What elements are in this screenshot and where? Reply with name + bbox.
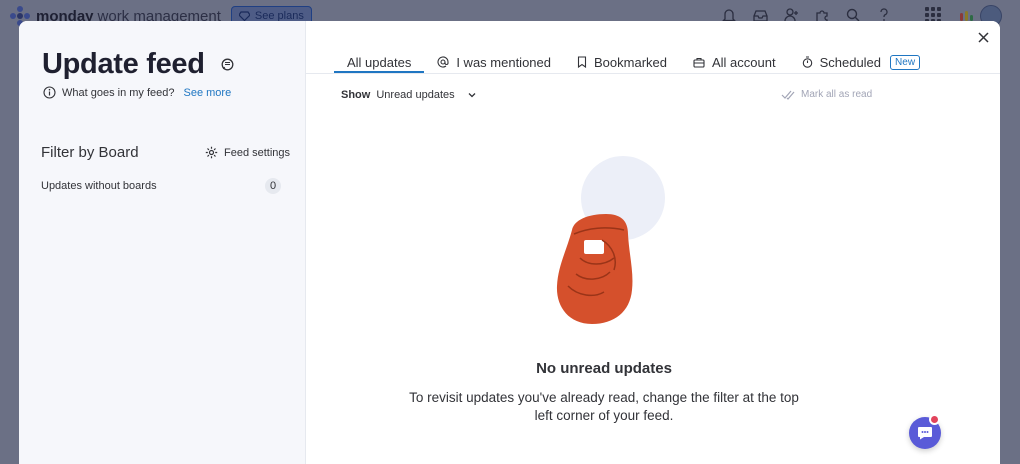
mark-all-read-button[interactable]: Mark all as read: [781, 89, 872, 100]
tab-label: All updates: [347, 54, 412, 70]
bookmark-icon: [577, 56, 587, 68]
tab-mentioned[interactable]: I was mentioned: [424, 45, 564, 73]
tab-all-updates[interactable]: All updates: [334, 45, 425, 73]
tab-label: I was mentioned: [456, 54, 551, 70]
illustration-hand: [556, 214, 633, 324]
notification-dot: [929, 414, 940, 425]
mini-logo-icon: [960, 11, 974, 21]
board-filter-item[interactable]: Updates without boards 0: [41, 178, 281, 194]
tab-label: All account: [711, 54, 776, 70]
tab-bookmarked[interactable]: Bookmarked: [564, 45, 680, 73]
tab-label: Scheduled: [819, 54, 882, 70]
feed-tabs: All updates I was mentioned Bookmarked A…: [334, 45, 933, 73]
empty-state-description: To revisit updates you've already read, …: [409, 390, 799, 423]
page-title: Update feed: [42, 48, 205, 80]
tab-label: Bookmarked: [594, 54, 667, 70]
timer-icon: [802, 56, 812, 68]
briefcase-icon: [693, 57, 705, 68]
filter-sidebar: Update feed What goes in my feed? See mo…: [19, 21, 306, 464]
feed-content: All updates I was mentioned Bookmarked A…: [306, 21, 1000, 464]
update-feed-modal: Update feed What goes in my feed? See mo…: [19, 21, 1000, 464]
board-filter-label: Updates without boards: [41, 180, 157, 192]
gear-icon: [205, 146, 218, 159]
filter-by-board-heading: Filter by Board: [41, 144, 139, 161]
double-check-icon: [781, 90, 795, 100]
mark-all-read-label: Mark all as read: [801, 89, 873, 100]
board-count-badge: 0: [265, 178, 281, 194]
see-more-link[interactable]: See more: [184, 87, 232, 99]
info-icon: [43, 86, 56, 99]
show-label: Show: [341, 89, 371, 101]
chevron-down-icon: [468, 93, 476, 98]
close-button[interactable]: [976, 30, 990, 44]
close-icon: [977, 31, 989, 43]
feed-settings-button[interactable]: Feed settings: [205, 146, 290, 159]
empty-state-illustration: [556, 156, 665, 324]
feed-info: What goes in my feed? See more: [43, 86, 231, 99]
show-filter-dropdown[interactable]: Show Unread updates: [341, 89, 477, 101]
tab-divider: [306, 73, 1000, 74]
at-icon: [437, 56, 449, 68]
empty-state-title: No unread updates: [536, 360, 672, 377]
info-text: What goes in my feed?: [62, 86, 175, 99]
new-badge: New: [890, 54, 921, 70]
tab-all-account[interactable]: All account: [680, 45, 789, 73]
feed-settings-label: Feed settings: [224, 146, 291, 159]
show-value: Unread updates: [376, 89, 455, 101]
chat-icon: [918, 427, 932, 440]
diamond-icon: [238, 11, 250, 21]
chat-bubble-icon[interactable]: [221, 58, 235, 72]
tab-scheduled[interactable]: Scheduled New: [789, 45, 933, 73]
